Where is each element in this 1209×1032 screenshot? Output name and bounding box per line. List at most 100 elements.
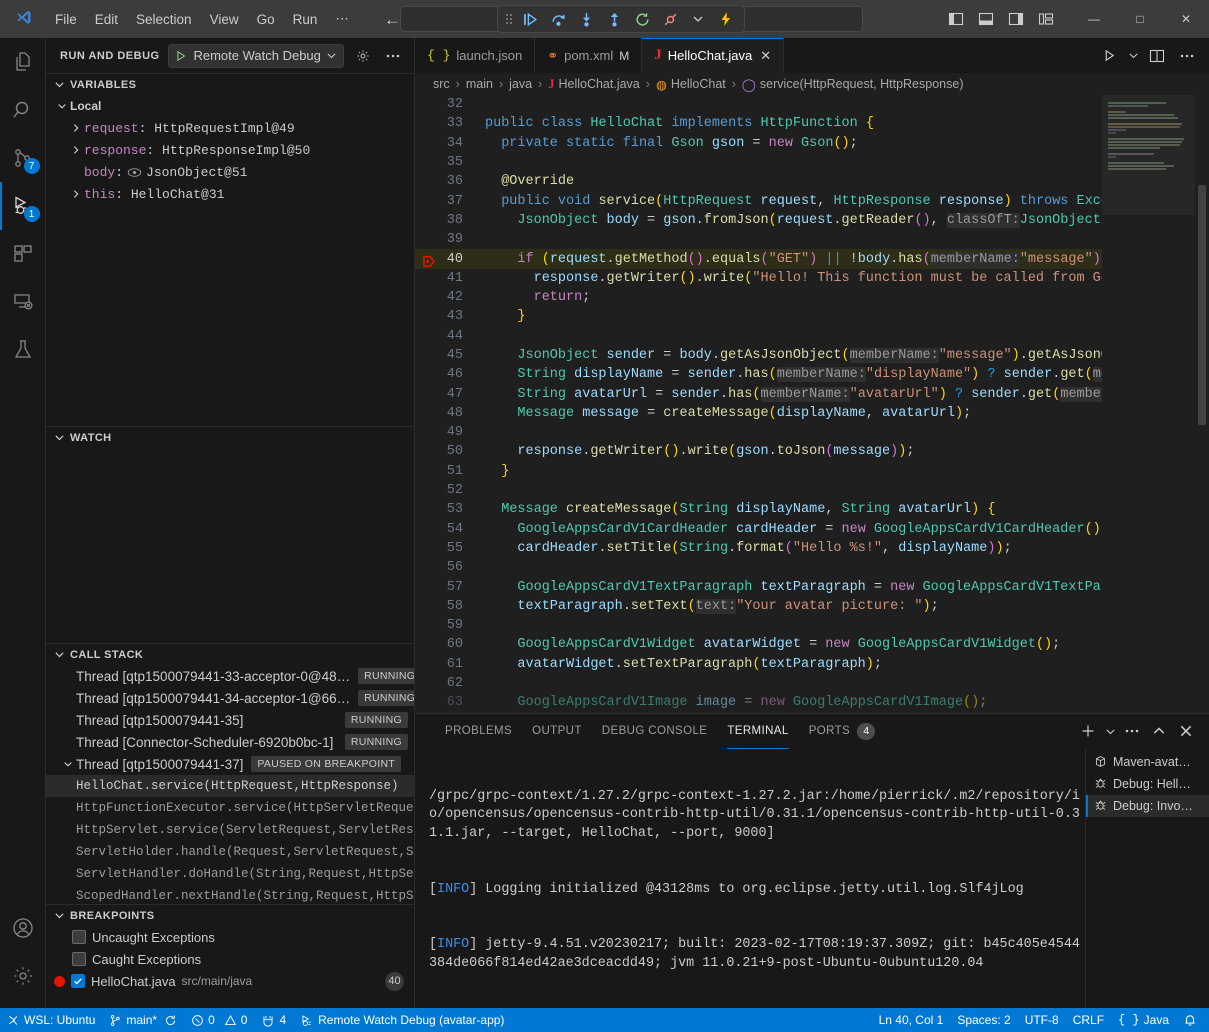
open-launch-json-button[interactable] [352,45,374,67]
terminal-output[interactable]: /grpc/grpc-context/1.27.2/grpc-context-1… [415,749,1085,1032]
close-panel-button[interactable] [1173,718,1199,744]
status-notifications[interactable] [1176,1008,1209,1032]
chevron-down-icon[interactable] [1102,718,1118,744]
status-indentation[interactable]: Spaces: 2 [950,1008,1017,1032]
minimize-button[interactable]: — [1071,0,1117,38]
breakpoint-marker-icon[interactable] [423,255,436,268]
status-eol[interactable]: CRLF [1066,1008,1111,1032]
terminal-item-debug-hellochat[interactable]: Debug: Hell… [1086,773,1209,795]
chevron-right-icon[interactable] [68,123,84,133]
run-java-button[interactable] [1095,42,1123,70]
menu-view[interactable]: View [201,8,248,31]
step-over-button[interactable] [544,7,572,31]
scrollbar-thumb[interactable] [1198,185,1206,425]
callstack-thread[interactable]: Thread [qtp1500079441-33-acceptor-0@48… … [46,665,414,687]
new-terminal-button[interactable] [1075,718,1101,744]
tab-debug-console[interactable]: DEBUG CONSOLE [592,714,718,749]
toggle-primary-sidebar-icon[interactable] [943,6,969,32]
toggle-secondary-sidebar-icon[interactable] [1003,6,1029,32]
disconnect-button[interactable] [656,7,684,31]
menu-edit[interactable]: Edit [86,8,127,31]
menu-selection[interactable]: Selection [127,8,201,31]
activity-accounts[interactable] [0,904,46,952]
breadcrumb-method[interactable]: ◯ service(HttpRequest, HttpResponse) [742,77,964,92]
activity-testing[interactable] [0,326,46,374]
variable-row-body[interactable]: body: JsonObject@51 [46,161,414,183]
code-editor[interactable]: 32 33public class HelloChat implements H… [415,95,1209,713]
chevron-down-icon[interactable] [1125,42,1141,70]
activity-settings[interactable] [0,952,46,1000]
callstack-frame[interactable]: ServletHandler.doHandle(String,Request,H… [46,863,414,885]
code-lines[interactable]: 32 33public class HelloChat implements H… [415,95,1102,713]
breadcrumb-java[interactable]: java [509,77,532,91]
activity-extensions[interactable] [0,230,46,278]
editor-more-actions-button[interactable] [1173,42,1201,70]
step-into-button[interactable] [572,7,600,31]
status-remote[interactable]: WSL: Ubuntu [0,1008,102,1032]
menu-go[interactable]: Go [248,8,284,31]
watch-section-header[interactable]: WATCH [46,426,414,448]
terminal-item-debug-invoker[interactable]: Debug: Invo… [1086,795,1209,817]
close-window-button[interactable]: ✕ [1163,0,1209,38]
checkbox[interactable] [72,930,86,944]
breakpoints-section-header[interactable]: BREAKPOINTS [46,904,414,926]
breadcrumb-file[interactable]: J HelloChat.java [548,77,640,92]
panel-more-actions-button[interactable] [1119,718,1145,744]
callstack-thread[interactable]: Thread [qtp1500079441-34-acceptor-1@66… … [46,687,414,709]
variable-row-request[interactable]: request: HttpRequestImpl@49 [46,117,414,139]
callstack-frame[interactable]: HttpServlet.service(ServletRequest,Servl… [46,819,414,841]
checkbox[interactable] [72,952,86,966]
callstack-thread[interactable]: Thread [qtp1500079441-35] RUNNING [46,709,414,731]
eye-icon[interactable] [127,167,142,178]
status-problems[interactable]: 0 0 [184,1008,254,1032]
tab-terminal[interactable]: TERMINAL [717,714,798,749]
debug-config-dropdown[interactable]: Remote Watch Debug [168,44,344,68]
activity-search[interactable] [0,86,46,134]
maximize-panel-button[interactable] [1146,718,1172,744]
status-language-mode[interactable]: { } Java [1111,1008,1176,1032]
menu-run[interactable]: Run [284,8,327,31]
sidebar-more-actions-button[interactable] [382,45,404,67]
variables-section-header[interactable]: VARIABLES [46,73,414,95]
breakpoint-hellochat-java[interactable]: HelloChat.java src/main/java 40 [46,970,414,992]
chevron-down-icon[interactable] [684,7,712,31]
chevron-right-icon[interactable] [68,189,84,199]
chevron-down-icon[interactable] [60,756,76,772]
toggle-panel-icon[interactable] [973,6,999,32]
restart-button[interactable] [628,7,656,31]
breakpoint-uncaught-exceptions[interactable]: Uncaught Exceptions [46,926,414,948]
status-ports[interactable]: 4 [254,1008,293,1032]
activity-explorer[interactable] [0,38,46,86]
tab-ports[interactable]: PORTS 4 [799,714,885,749]
arrow-left-icon[interactable]: ← [384,11,401,28]
callstack-frame[interactable]: ScopedHandler.nextHandle(String,Request,… [46,885,414,904]
breadcrumb-main[interactable]: main [466,77,493,91]
terminal-item-maven[interactable]: Maven-avat… [1086,751,1209,773]
tab-output[interactable]: OUTPUT [522,714,592,749]
minimap[interactable] [1102,95,1195,713]
minimap-slider[interactable] [1102,95,1195,215]
status-branch[interactable]: main* [102,1008,184,1032]
activity-source-control[interactable]: 7 [0,134,46,182]
drag-handle-icon[interactable] [502,12,516,26]
customize-layout-icon[interactable] [1033,6,1059,32]
breadcrumb-class[interactable]: ◍ HelloChat [656,77,726,92]
variable-row-response[interactable]: response: HttpResponseImpl@50 [46,139,414,161]
checkbox[interactable] [71,974,85,988]
menu-more[interactable]: ⋯ [326,7,358,31]
tab-pom-xml[interactable]: ⚭ pom.xml M [535,38,642,73]
variable-row-this[interactable]: this: HelloChat@31 [46,183,414,205]
status-debug-session[interactable]: Remote Watch Debug (avatar-app) [293,1008,511,1032]
breadcrumb-src[interactable]: src [433,77,450,91]
variables-scope-local[interactable]: Local [46,95,414,117]
tab-launch-json[interactable]: { } launch.json [415,38,535,73]
callstack-thread[interactable]: Thread [Connector-Scheduler-6920b0bc-1] … [46,731,414,753]
maximize-button[interactable]: □ [1117,0,1163,38]
menu-file[interactable]: File [46,8,86,31]
hot-reload-button[interactable] [712,7,740,31]
callstack-section-header[interactable]: CALL STACK [46,643,414,665]
callstack-frame[interactable]: HelloChat.service(HttpRequest,HttpRespon… [46,775,414,797]
status-encoding[interactable]: UTF-8 [1018,1008,1066,1032]
tab-problems[interactable]: PROBLEMS [435,714,522,749]
split-editor-button[interactable] [1143,42,1171,70]
